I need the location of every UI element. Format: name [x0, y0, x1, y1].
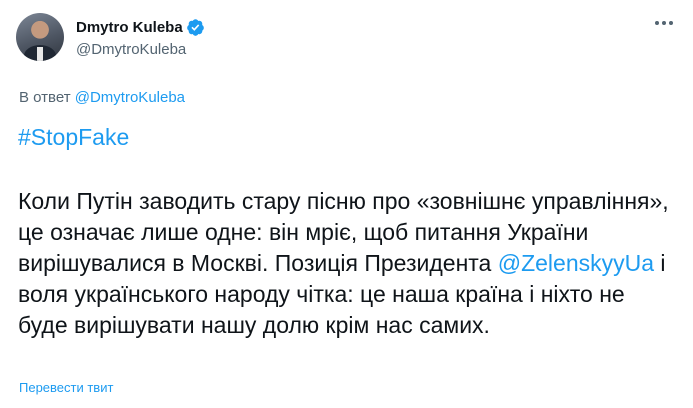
tweet-header: Dmytro Kuleba @DmytroKuleba [16, 9, 205, 65]
tweet-text: Коли Путін заводить стару пісню про «зов… [18, 186, 678, 341]
author-handle[interactable]: @DmytroKuleba [76, 41, 205, 58]
avatar[interactable] [16, 13, 64, 61]
mention-link[interactable]: @ZelenskyyUa [498, 250, 654, 276]
avatar-shirt [37, 47, 43, 61]
hashtag-link[interactable]: #StopFake [18, 124, 129, 151]
more-dot [662, 21, 666, 25]
translate-tweet-link[interactable]: Перевести твит [19, 380, 113, 395]
more-dot [669, 21, 673, 25]
reply-context: В ответ @DmytroKuleba [19, 89, 185, 106]
more-dot [655, 21, 659, 25]
reply-mention-link[interactable]: @DmytroKuleba [75, 89, 185, 106]
display-name-row: Dmytro Kuleba [76, 16, 205, 38]
more-options-icon[interactable] [653, 12, 675, 34]
verified-badge-icon [186, 18, 204, 36]
reply-prefix: В ответ [19, 89, 75, 106]
author-names: Dmytro Kuleba @DmytroKuleba [76, 16, 205, 58]
display-name[interactable]: Dmytro Kuleba [76, 19, 183, 36]
